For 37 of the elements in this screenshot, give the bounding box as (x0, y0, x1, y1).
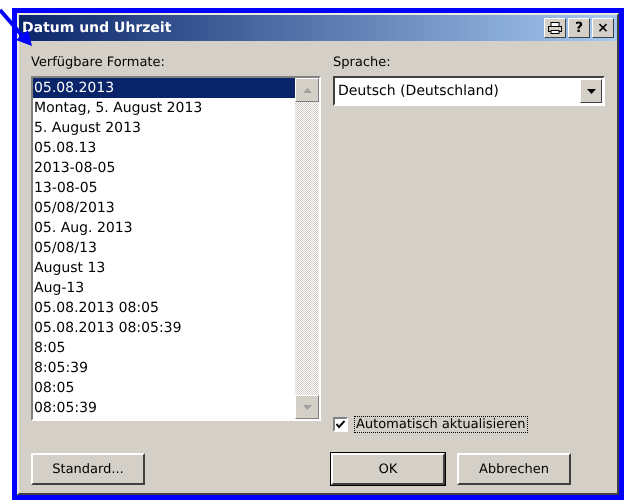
format-item[interactable]: August 13 (33, 258, 295, 278)
format-item[interactable]: 05.08.2013 08:05 (33, 298, 295, 318)
up-arrow-icon (302, 88, 312, 92)
format-item[interactable]: 2013-08-05 (33, 158, 295, 178)
format-item[interactable]: Aug-13 (33, 278, 295, 298)
printer-icon (548, 22, 562, 34)
formats-list[interactable]: 05.08.2013 Montag, 5. August 2013 5. August 2013 05.08.13 2013-08-05 13-08-05 05/08/2013 05. Aug. 2013 05/08/13 August 13 Aug-13 05.08.2013 08:05 05.08.2013 08:05:39 8:05 8:05:39 08:05 08:05:39 (31, 76, 321, 421)
format-item[interactable]: 08:05 (33, 378, 295, 398)
format-item[interactable]: 05. Aug. 2013 (33, 218, 295, 238)
scroll-down-button[interactable] (295, 395, 319, 419)
dialog-button[interactable]: Standard... (31, 453, 145, 485)
scroll-up-button[interactable] (295, 78, 319, 102)
language-label: Sprache: (333, 55, 392, 70)
format-item[interactable]: 8:05 (33, 338, 295, 358)
print-button[interactable] (544, 18, 566, 38)
format-item[interactable]: 05/08/2013 (33, 198, 295, 218)
window-title: Datum und Uhrzeit (22, 20, 172, 36)
formats-label: Verfügbare Formate: (31, 55, 166, 70)
format-item[interactable]: Montag, 5. August 2013 (33, 98, 295, 118)
format-item[interactable]: 05.08.2013 (33, 78, 295, 98)
checkbox[interactable] (333, 417, 348, 432)
down-arrow-icon (302, 404, 312, 410)
title-bar-button[interactable]: × (592, 18, 614, 38)
dropdown-arrow-icon (586, 88, 596, 94)
dialog-button[interactable]: OK (331, 453, 445, 485)
checkbox-label[interactable]: Automatisch aktualisieren (354, 416, 528, 433)
language-dropdown[interactable]: Deutsch (Deutschland) (333, 76, 605, 106)
format-item[interactable]: 05.08.13 (33, 138, 295, 158)
scrollbar[interactable] (295, 78, 319, 419)
dialog-button[interactable]: Abbrechen (457, 453, 571, 485)
format-item[interactable]: 5. August 2013 (33, 118, 295, 138)
title-bar-button[interactable]: ? (568, 18, 590, 38)
format-item[interactable]: 08:05:39 (33, 398, 295, 418)
format-item[interactable]: 13-08-05 (33, 178, 295, 198)
format-item[interactable]: 8:05:39 (33, 358, 295, 378)
format-item[interactable]: 05/08/13 (33, 238, 295, 258)
format-item[interactable]: 05.08.2013 08:05:39 (33, 318, 295, 338)
